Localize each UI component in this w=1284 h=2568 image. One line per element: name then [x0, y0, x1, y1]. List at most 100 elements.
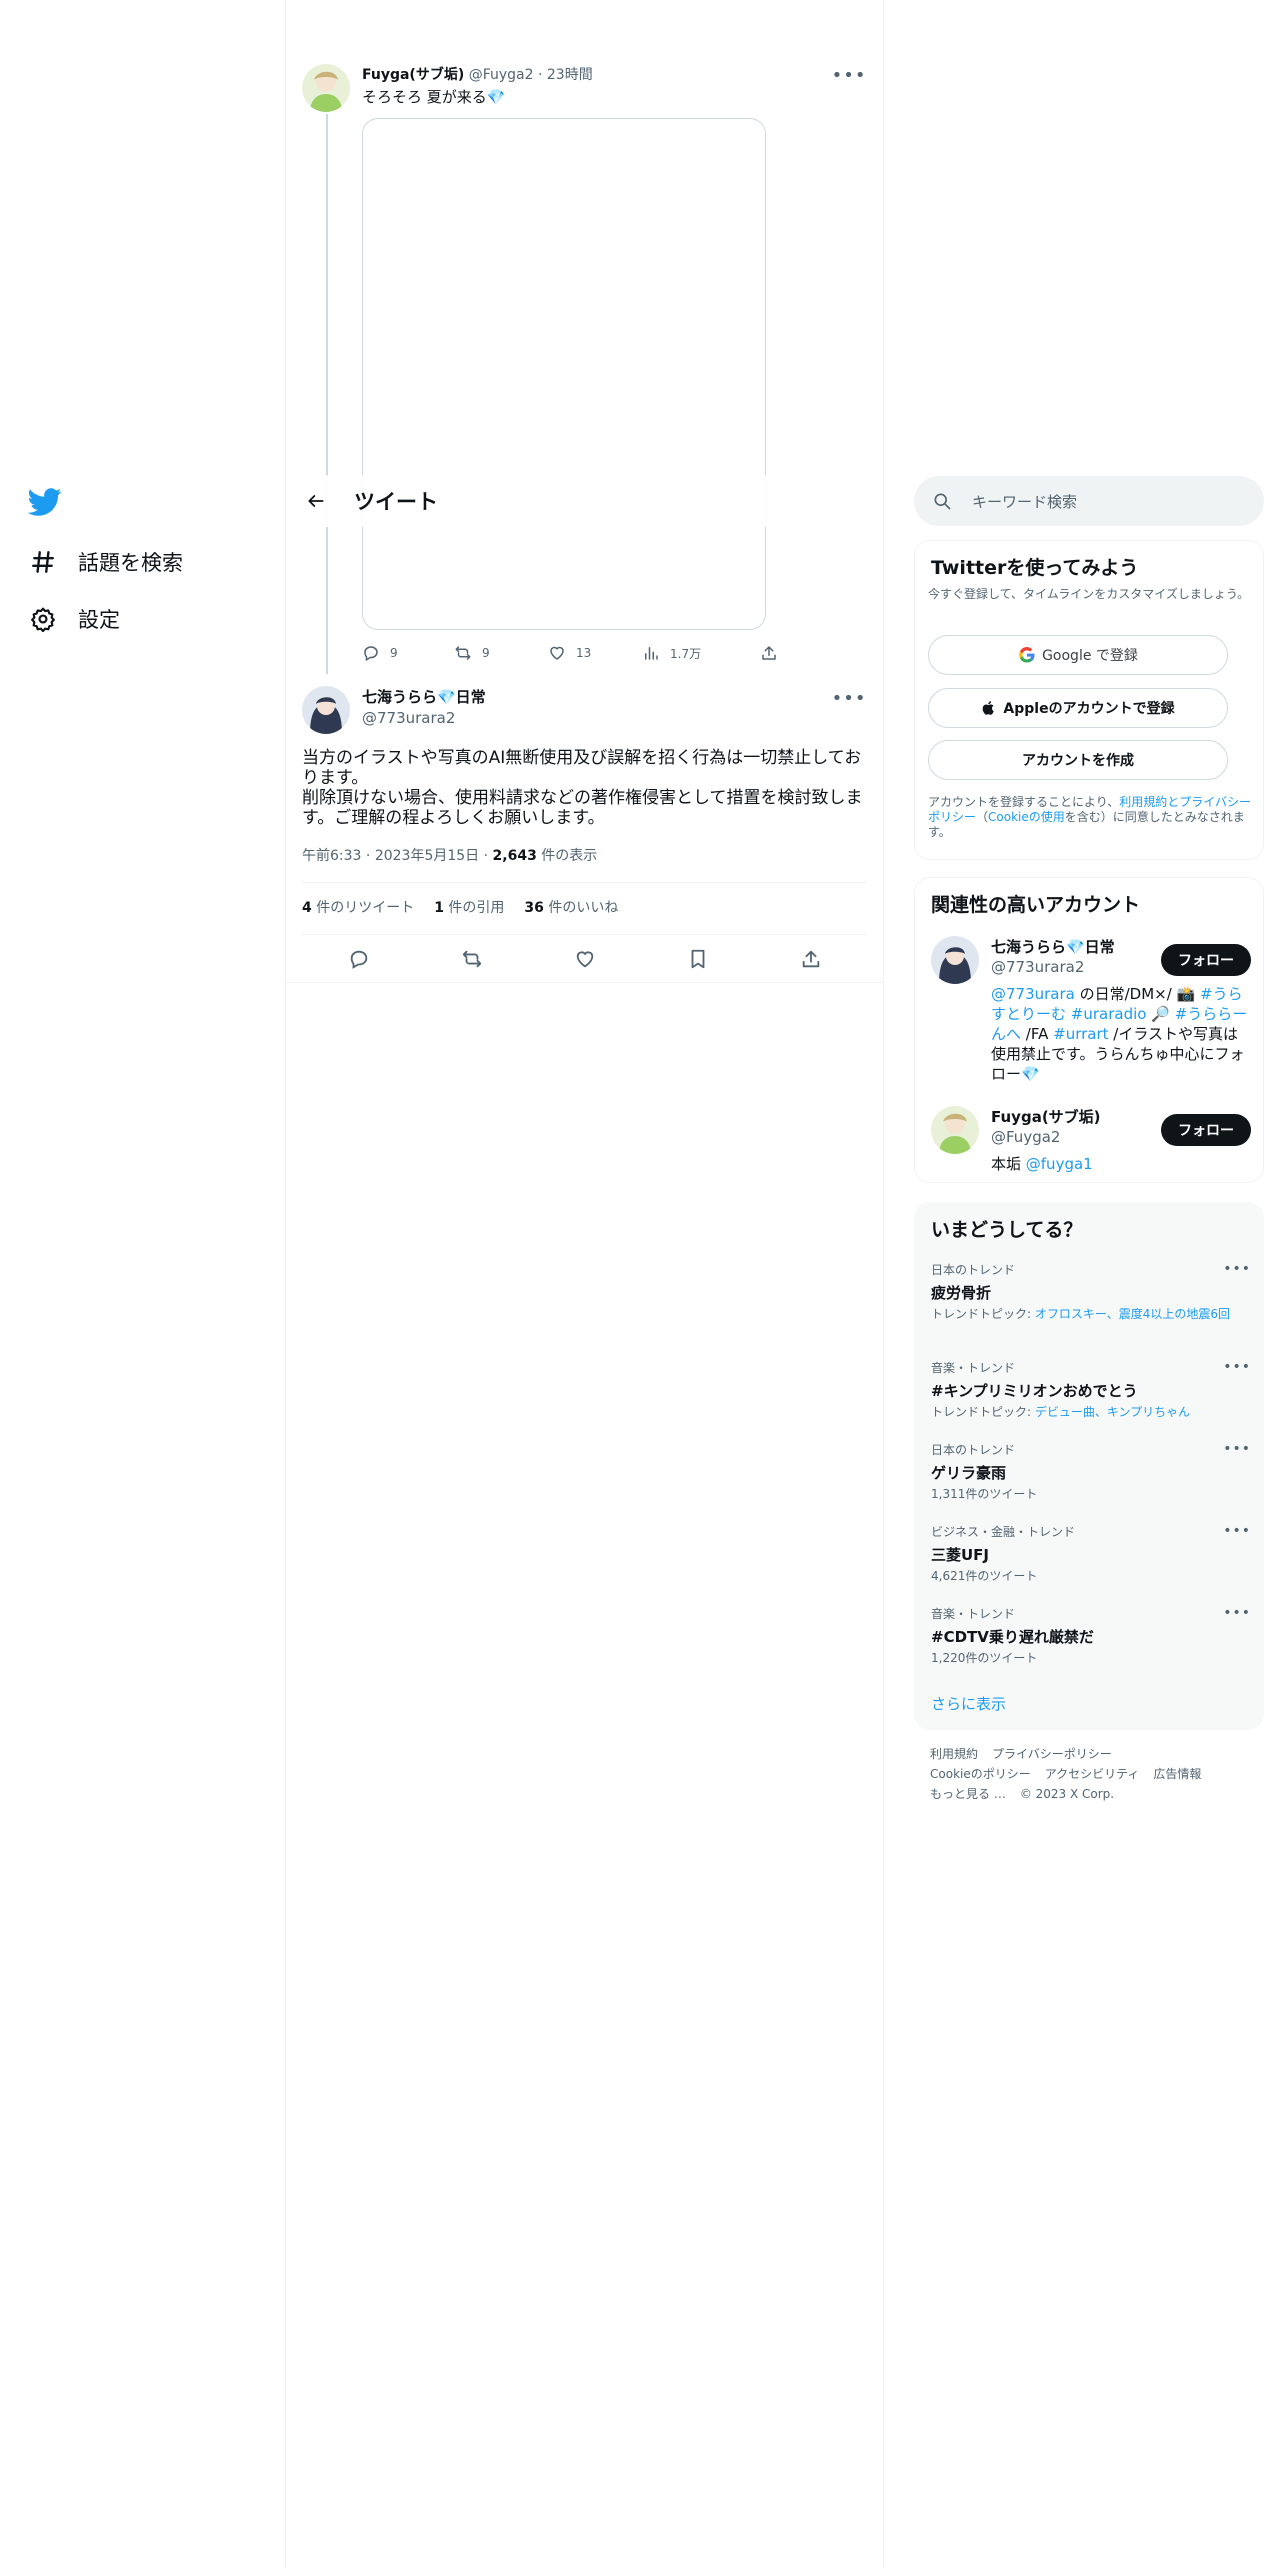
trend-item[interactable]: 音楽・トレンド #CDTV乗り遅れ厳禁だ 1,220件のツイート •••: [931, 1605, 1251, 1666]
avatar[interactable]: [931, 1106, 979, 1154]
trend-item[interactable]: 日本のトレンド ゲリラ豪雨 1,311件のツイート •••: [931, 1441, 1251, 1502]
reply-button[interactable]: [339, 939, 379, 979]
avatar[interactable]: [302, 686, 350, 734]
twitter-logo-icon[interactable]: [27, 485, 62, 519]
account-handle[interactable]: @773urara2: [991, 958, 1084, 976]
avatar[interactable]: [931, 936, 979, 984]
trend-item[interactable]: 音楽・トレンド #キンプリミリオンおめでとう トレンドトピック: デビュー曲、キ…: [931, 1359, 1251, 1420]
like-button[interactable]: 13: [548, 644, 642, 662]
main-tweet-author: 七海うらら💎日常 @773urara2: [362, 686, 486, 727]
quotes-stat[interactable]: 1 件の引用: [434, 897, 504, 917]
more-options-icon[interactable]: •••: [832, 60, 866, 90]
separator: ·: [483, 848, 489, 864]
author-name[interactable]: 七海うらら💎日常: [362, 686, 486, 707]
tweet-stats: 4 件のリツイート 1 件の引用 36 件のいいね: [302, 897, 618, 917]
trend-name: #キンプリミリオンおめでとう: [931, 1382, 1138, 1400]
account-name[interactable]: 七海うらら💎日常: [991, 936, 1115, 957]
account-bio: @773urara の日常/DM×/ 📸 #うらすとりーむ #uraradio …: [991, 984, 1249, 1084]
search-bar[interactable]: キーワード検索: [914, 476, 1264, 526]
like-button[interactable]: [565, 939, 605, 979]
author-handle[interactable]: @Fuyga2: [469, 67, 534, 83]
reply-button[interactable]: 9: [362, 644, 454, 662]
share-button[interactable]: [791, 939, 831, 979]
bio-link[interactable]: @fuyga1: [1026, 1155, 1093, 1173]
more-options-icon[interactable]: •••: [1223, 1523, 1251, 1539]
divider: [286, 982, 883, 983]
author-handle[interactable]: @773urara2: [362, 709, 486, 727]
tweet-time[interactable]: 23時間: [547, 67, 593, 83]
tweet-media[interactable]: [362, 118, 766, 630]
trend-topic-links[interactable]: オフロスキー、震度4以上の地震6回: [1035, 1307, 1230, 1321]
follow-button[interactable]: フォロー: [1161, 944, 1251, 976]
bio-hashtag[interactable]: #uraradio: [1071, 1005, 1147, 1023]
more-options-icon[interactable]: •••: [1223, 1441, 1251, 1457]
likes-stat[interactable]: 36 件のいいね: [524, 897, 618, 917]
trend-category: 日本のトレンド: [931, 1263, 1016, 1277]
retweet-button[interactable]: [452, 939, 492, 979]
account-handle[interactable]: @Fuyga2: [991, 1128, 1060, 1146]
avatar[interactable]: [302, 64, 350, 112]
quoted-tweet-actions: 9 9 13 1.7万: [362, 638, 802, 668]
reply-count: 9: [390, 646, 398, 660]
quotes-count: 1: [434, 900, 444, 916]
main-tweet-text: 当方のイラストや写真のAI無断使用及び誤解を招く行為は一切禁止しております。 削…: [302, 748, 866, 828]
more-options-icon[interactable]: •••: [1223, 1605, 1251, 1621]
related-accounts-card: 関連性の高いアカウント 七海うらら💎日常 @773urara2 フォロー @77…: [914, 877, 1264, 1183]
terms-prefix: アカウントを登録することにより、: [928, 795, 1120, 809]
bookmark-button[interactable]: [678, 939, 718, 979]
trends-title: いまどうしてる？: [931, 1219, 1083, 1241]
terms-mid: （: [976, 810, 989, 824]
related-account[interactable]: Fuyga(サブ垢) @Fuyga2 フォロー 本垢 @fuyga1: [931, 1106, 1251, 1176]
show-more-link[interactable]: さらに表示: [931, 1693, 1006, 1714]
signup-title: Twitterを使ってみよう: [931, 557, 1139, 579]
more-options-icon[interactable]: •••: [832, 683, 866, 713]
share-button[interactable]: [760, 644, 778, 662]
main-tweet-actions: [302, 938, 867, 980]
retweets-stat[interactable]: 4 件のリツイート: [302, 897, 414, 917]
footer-link[interactable]: 広告情報: [1153, 1767, 1201, 1781]
back-arrow-icon: [308, 495, 324, 507]
trend-topic-links[interactable]: デビュー曲、キンプリちゃん: [1035, 1405, 1190, 1419]
footer-more-link[interactable]: もっと見る …: [930, 1787, 1006, 1801]
trend-item[interactable]: 日本のトレンド 疲労骨折 トレンドトピック: オフロスキー、震度4以上の地震6回…: [931, 1261, 1251, 1322]
footer-link[interactable]: プライバシーポリシー: [992, 1747, 1112, 1761]
retweet-count: 9: [482, 646, 490, 660]
tweet-date[interactable]: 2023年5月15日: [375, 848, 479, 864]
follow-button[interactable]: フォロー: [1161, 1114, 1251, 1146]
account-bio: 本垢 @fuyga1: [991, 1154, 1249, 1174]
likes-count: 36: [524, 900, 544, 916]
retweet-button[interactable]: 9: [454, 644, 548, 662]
bio-text: /FA: [1021, 1025, 1054, 1043]
views-button[interactable]: 1.7万: [642, 644, 760, 662]
hashtag-icon: [26, 545, 60, 579]
share-icon: [802, 950, 819, 968]
nav-explore[interactable]: 話題を検索: [26, 540, 183, 584]
footer-link[interactable]: アクセシビリティ: [1045, 1767, 1140, 1781]
more-options-icon[interactable]: •••: [1223, 1359, 1251, 1375]
tweet-time[interactable]: 午前6:33: [302, 848, 361, 864]
bio-text: の日常/DM×/ 📸: [1074, 985, 1201, 1003]
nav-settings[interactable]: 設定: [26, 597, 120, 641]
create-account-button[interactable]: アカウントを作成: [928, 740, 1228, 780]
bio-link[interactable]: @773urara: [991, 985, 1075, 1003]
footer-link[interactable]: Cookieのポリシー: [930, 1767, 1031, 1781]
back-button[interactable]: [296, 481, 336, 521]
trend-category: 日本のトレンド: [931, 1443, 1016, 1457]
apple-icon: [983, 701, 995, 715]
reply-icon: [350, 950, 367, 969]
related-account[interactable]: 七海うらら💎日常 @773urara2 フォロー @773urara の日常/D…: [931, 936, 1251, 1086]
separator: ·: [365, 848, 371, 864]
author-name[interactable]: Fuyga(サブ垢): [362, 67, 464, 83]
cookie-link[interactable]: Cookieの使用: [988, 810, 1065, 824]
tweet-text-line: 当方のイラストや写真のAI無断使用及び誤解を招く行為は一切禁止しております。: [302, 748, 862, 788]
search-input[interactable]: キーワード検索: [972, 491, 1077, 512]
trend-name: #CDTV乗り遅れ厳禁だ: [931, 1628, 1094, 1646]
footer-link[interactable]: 利用規約: [930, 1747, 978, 1761]
apple-signup-button[interactable]: Appleのアカウントで登録: [928, 688, 1228, 728]
google-signup-button[interactable]: Google で登録: [928, 635, 1228, 675]
account-name[interactable]: Fuyga(サブ垢): [991, 1106, 1101, 1127]
trend-item[interactable]: ビジネス・金融・トレンド 三菱UFJ 4,621件のツイート •••: [931, 1523, 1251, 1584]
more-options-icon[interactable]: •••: [1223, 1261, 1251, 1277]
trend-name: 疲労骨折: [931, 1284, 992, 1302]
bio-hashtag[interactable]: #urrart: [1053, 1025, 1108, 1043]
